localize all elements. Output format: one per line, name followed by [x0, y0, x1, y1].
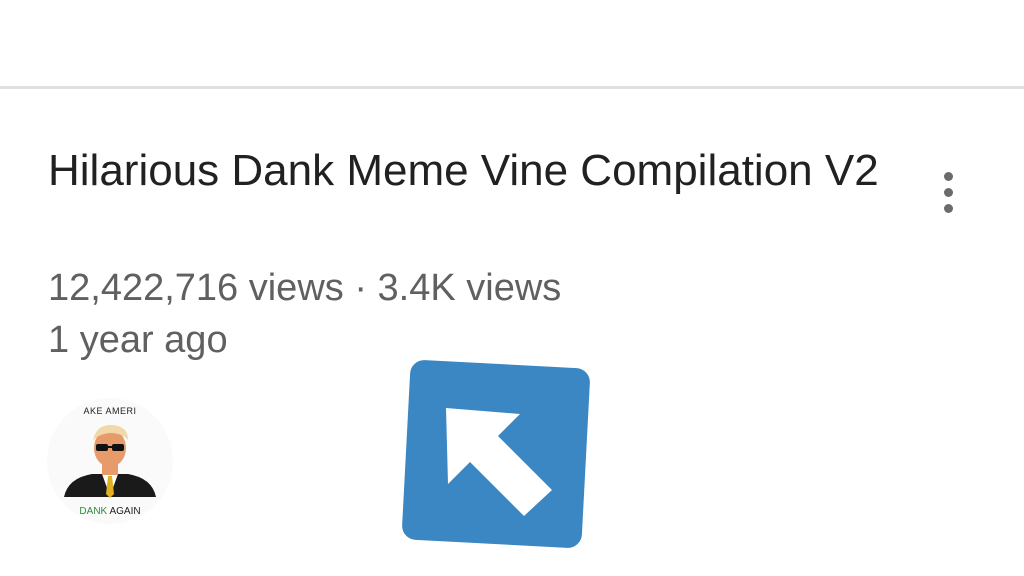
arrow-up-left-button[interactable]: [398, 356, 594, 552]
divider: [0, 86, 1024, 89]
video-meta: 12,422,716 views · 3.4K views 1 year ago: [48, 262, 888, 366]
secondary-view-count: 3.4K views: [377, 267, 562, 309]
avatar-bottom-text: DANK AGAIN: [46, 506, 174, 517]
more-options-button[interactable]: [922, 162, 974, 222]
view-count: 12,422,716 views: [48, 267, 344, 309]
top-bar: [0, 0, 1024, 86]
more-vert-icon-dot: [943, 187, 953, 197]
meta-separator: ·: [354, 267, 367, 309]
video-title[interactable]: Hilarious Dank Meme Vine Compilation V2: [48, 142, 888, 200]
avatar-dank-text: DANK: [79, 506, 108, 517]
avatar-again-text: AGAIN: [109, 506, 141, 517]
views-line: 12,422,716 views · 3.4K views: [48, 262, 888, 314]
more-vert-icon: [943, 171, 953, 181]
video-page: Hilarious Dank Meme Vine Compilation V2 …: [0, 0, 1024, 576]
channel-avatar[interactable]: AKE AMERI DANK AGAIN: [46, 396, 174, 526]
arrow-up-left-icon: [402, 360, 590, 548]
more-vert-icon-dot: [943, 203, 953, 213]
avatar-top-text: AKE AMERI: [83, 406, 137, 416]
